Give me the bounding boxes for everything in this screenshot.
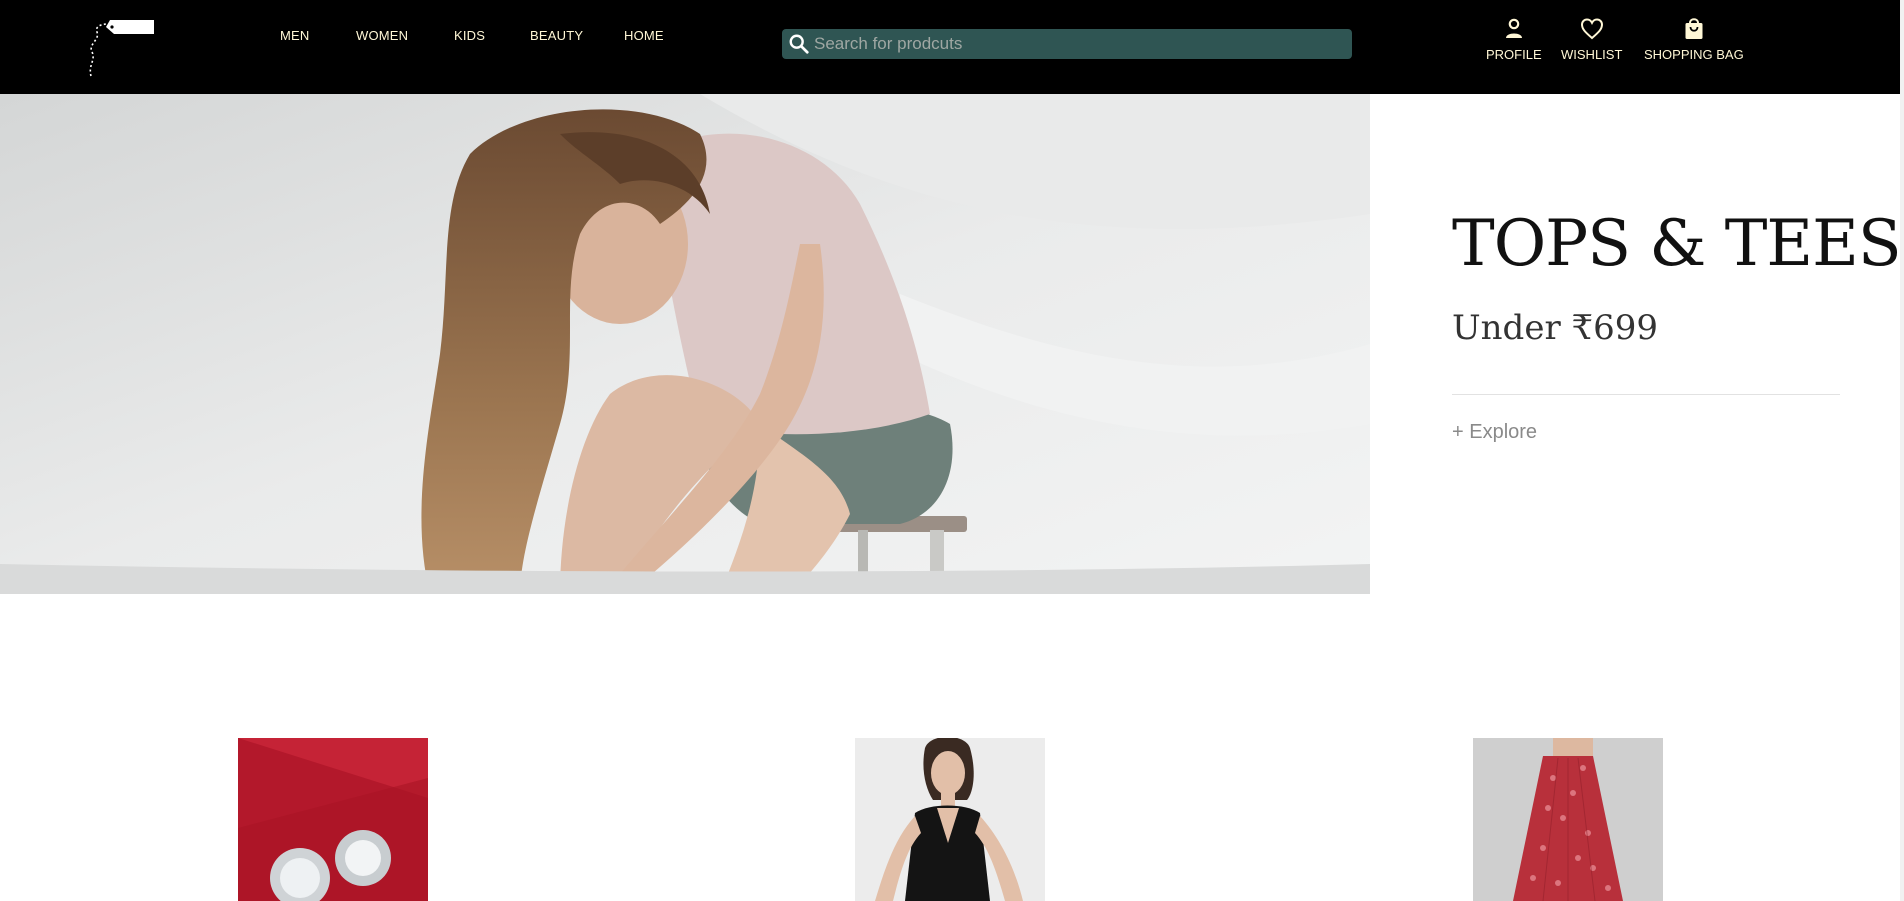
search-input[interactable] [812, 29, 1346, 59]
nav-item-beauty[interactable]: BEAUTY [530, 28, 583, 43]
nav-item-kids[interactable]: KIDS [454, 28, 485, 43]
product-tile-red-skirt[interactable] [1473, 738, 1663, 901]
hero-subtitle: Under ₹699 [1452, 308, 1659, 348]
hero-text: TOPS & TEES Under ₹699 + Explore [1452, 207, 1902, 444]
hero-photo-illustration [0, 94, 1370, 594]
profile-button[interactable]: PROFILE [1486, 16, 1542, 62]
hero-title: TOPS & TEES [1452, 207, 1902, 281]
heart-icon [1580, 18, 1603, 40]
hero-image[interactable] [0, 94, 1370, 594]
profile-label: PROFILE [1486, 47, 1542, 62]
product-tile-black-dress[interactable] [855, 738, 1045, 901]
person-icon [1505, 18, 1522, 38]
shopping-bag-icon [1685, 18, 1703, 39]
search-icon[interactable] [788, 33, 810, 55]
nav-item-men[interactable]: MEN [280, 28, 310, 43]
hero-divider [1452, 394, 1840, 395]
nav-item-home[interactable]: HOME [624, 28, 664, 43]
product-tile-earrings[interactable] [238, 738, 428, 901]
earrings-image [238, 738, 428, 901]
shopping-bag-label: SHOPPING BAG [1644, 47, 1744, 62]
black-dress-image [855, 738, 1045, 901]
explore-link[interactable]: + Explore [1452, 421, 1840, 444]
wishlist-label: WISHLIST [1561, 47, 1623, 62]
site-header: MEN WOMEN KIDS BEAUTY HOME PROFILE WISHL… [0, 0, 1904, 94]
nav-item-women[interactable]: WOMEN [356, 28, 408, 43]
hero-banner: TOPS & TEES Under ₹699 + Explore [0, 94, 1902, 594]
red-skirt-image [1473, 738, 1663, 901]
price-tag-logo-icon[interactable] [86, 10, 156, 80]
wishlist-button[interactable]: WISHLIST [1561, 16, 1622, 62]
shopping-bag-button[interactable]: SHOPPING BAG [1644, 16, 1744, 62]
page-scrollbar[interactable] [1900, 0, 1904, 901]
search-bar [782, 29, 1352, 59]
